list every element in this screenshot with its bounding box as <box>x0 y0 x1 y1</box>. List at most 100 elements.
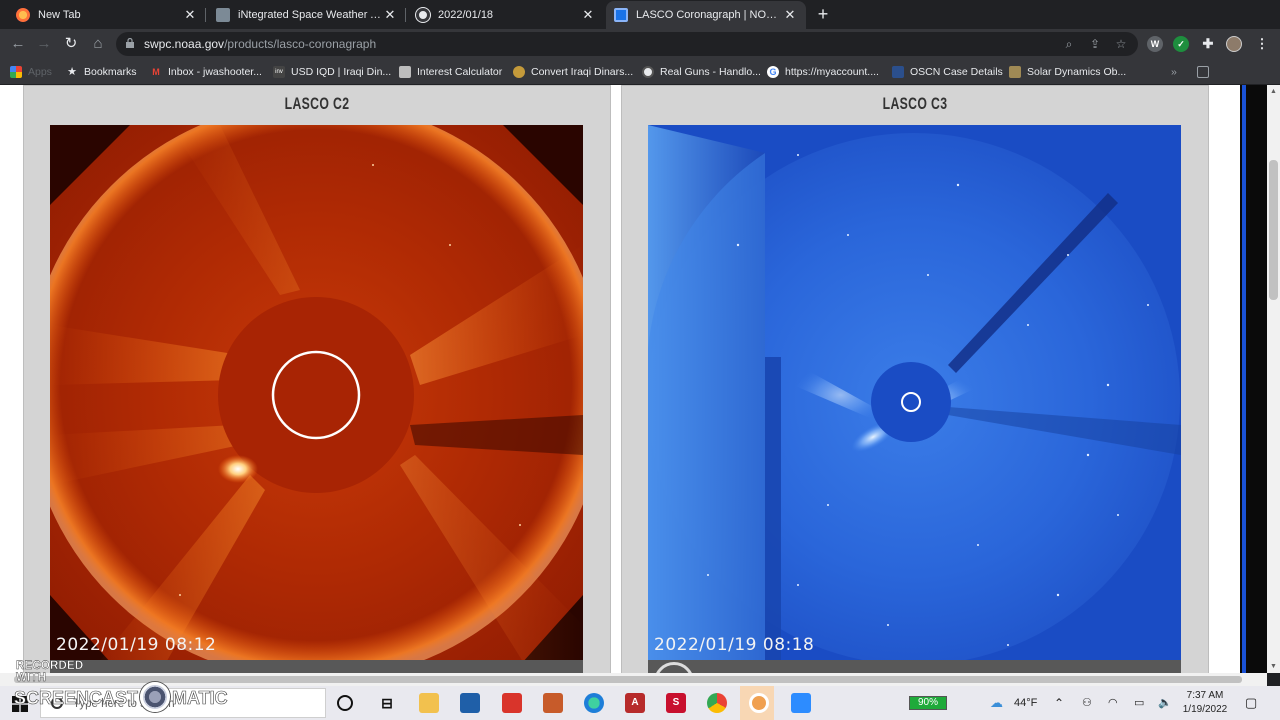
tab-label: 2022/01/18 <box>438 9 494 21</box>
google-icon: G <box>767 66 779 78</box>
cortana-icon[interactable] <box>337 695 353 711</box>
image-timestamp: 2022/01/19 08:12 <box>56 635 217 655</box>
zoom-icon[interactable]: ⌕ <box>1062 37 1076 51</box>
people-icon[interactable]: ⚇ <box>1082 686 1092 720</box>
panel-title: LASCO C2 <box>284 94 350 113</box>
satellite-icon <box>216 8 230 22</box>
profile-avatar[interactable] <box>1226 36 1242 52</box>
bookmark-label: https://myaccount.... <box>785 66 879 78</box>
wifi-icon[interactable]: ◠ <box>1108 686 1118 720</box>
solitaire-icon[interactable]: S <box>666 693 686 713</box>
bookmark-item[interactable]: Interest Calculator <box>399 64 502 80</box>
screencast-logo-icon <box>140 682 171 712</box>
image-controls-bar <box>648 660 1181 673</box>
sdo-icon <box>1009 66 1021 78</box>
extensions-puzzle-icon[interactable]: ✚ <box>1200 36 1216 52</box>
reload-icon[interactable]: ↻ <box>61 34 81 54</box>
lock-icon <box>126 38 134 48</box>
bookmark-label: Interest Calculator <box>417 66 503 78</box>
bookmark-item[interactable]: ★ Bookmarks <box>66 64 136 80</box>
file-explorer-icon[interactable] <box>419 693 439 713</box>
bookmark-item[interactable]: M Inbox - jwashooter... <box>150 64 262 80</box>
page-right-edge <box>1240 85 1267 673</box>
more-bookmarks-icon[interactable]: » <box>1171 64 1177 80</box>
watermark-recorded-text: RECORDED WITH <box>16 660 84 684</box>
store-icon[interactable] <box>460 693 480 713</box>
bookmark-item[interactable]: inv USD IQD | Iraqi Din... <box>273 64 391 80</box>
vertical-scrollbar[interactable]: ▲ ▼ <box>1267 85 1280 673</box>
close-icon[interactable]: ✕ <box>580 7 596 23</box>
bookmark-item[interactable]: Convert Iraqi Dinars... <box>513 64 633 80</box>
bookmark-item[interactable]: Solar Dynamics Ob... <box>1009 64 1126 80</box>
bookmark-label: Solar Dynamics Ob... <box>1027 66 1127 78</box>
extension-w-icon[interactable]: W <box>1147 36 1163 52</box>
chrome-icon[interactable] <box>707 693 727 713</box>
tab-space-weather[interactable]: iNtegrated Space Weather Analy ✕ <box>208 1 406 29</box>
bookmark-item[interactable]: G https://myaccount.... <box>767 64 879 80</box>
close-icon[interactable]: ✕ <box>382 7 398 23</box>
c3-coronagraph-graphic <box>648 125 1181 673</box>
image-timestamp: 2022/01/19 08:18 <box>654 635 815 655</box>
lasco-c2-panel: LASCO C2 2022/01/19 08:12 <box>23 85 611 673</box>
browser-toolbar: ← → ↻ ⌂ swpc.noaa.gov/products/lasco-cor… <box>0 29 1280 59</box>
scroll-down-icon[interactable]: ▼ <box>1267 660 1280 673</box>
apps-shortcut[interactable]: Apps <box>10 64 52 80</box>
bookmark-label: OSCN Case Details <box>910 66 1003 78</box>
bookmarks-bar: Apps ★ Bookmarks M Inbox - jwashooter...… <box>0 59 1280 85</box>
notifications-icon[interactable]: ▢ <box>1245 686 1257 720</box>
bookmark-label: Inbox - jwashooter... <box>168 66 262 78</box>
url-host: swpc.noaa.gov <box>144 37 225 51</box>
tab-label: New Tab <box>38 9 81 21</box>
forward-icon[interactable]: → <box>34 34 54 54</box>
bookmark-item[interactable]: Real Guns - Handlo... <box>642 64 761 80</box>
tab-lasco[interactable]: LASCO Coronagraph | NOAA / NW ✕ <box>606 1 806 29</box>
back-icon[interactable]: ← <box>8 34 28 54</box>
edge-icon[interactable] <box>584 693 604 713</box>
close-icon[interactable]: ✕ <box>182 7 198 23</box>
panel-title: LASCO C3 <box>882 94 948 113</box>
currency-icon <box>513 66 525 78</box>
shield-icon <box>892 66 904 78</box>
tray-chevron-icon[interactable]: ⌃ <box>1054 686 1064 720</box>
screencast-icon[interactable] <box>749 693 769 713</box>
reader-icon[interactable] <box>502 693 522 713</box>
edge-accent <box>1242 85 1246 673</box>
bookmark-item[interactable]: OSCN Case Details <box>892 64 1003 80</box>
watermark-brand-left: SCREENCAST <box>14 688 139 709</box>
reading-list-glyph <box>1197 66 1209 78</box>
scroll-up-icon[interactable]: ▲ <box>1267 85 1280 98</box>
scroll-thumb[interactable] <box>1269 160 1278 300</box>
lasco-c3-image[interactable]: 2022/01/19 08:18 <box>648 125 1181 673</box>
play-control-icon[interactable] <box>654 662 694 673</box>
target-icon <box>642 66 654 78</box>
bookmark-label: Real Guns - Handlo... <box>660 66 761 78</box>
menu-icon[interactable]: ⋮ <box>1254 36 1270 52</box>
close-icon[interactable]: ✕ <box>782 7 798 23</box>
share-icon[interactable]: ⇪ <box>1088 37 1102 51</box>
battery-indicator[interactable]: 90% <box>909 696 947 710</box>
access-icon[interactable]: A <box>625 693 645 713</box>
clock-date: 1/19/2022 <box>1182 704 1228 715</box>
url-path: /products/lasco-coronagraph <box>224 37 377 51</box>
reading-list-icon[interactable] <box>1197 64 1215 80</box>
notes-icon[interactable] <box>543 693 563 713</box>
extension-check-icon[interactable]: ✓ <box>1173 36 1189 52</box>
task-view-icon[interactable]: ⊟ <box>377 693 397 713</box>
lasco-c2-image[interactable]: 2022/01/19 08:12 <box>50 125 583 673</box>
address-bar[interactable]: swpc.noaa.gov/products/lasco-coronagraph… <box>116 32 1138 56</box>
weather-temp[interactable]: 44°F <box>1014 686 1037 720</box>
weather-icon[interactable]: ☁ <box>990 686 1003 720</box>
tab-date[interactable]: 2022/01/18 ✕ <box>408 1 604 29</box>
volume-icon[interactable]: 🔈 <box>1158 686 1172 720</box>
tab-new-tab[interactable]: New Tab ✕ <box>8 1 206 29</box>
apps-grid-icon <box>10 66 22 78</box>
zoom-app-icon[interactable] <box>791 693 811 713</box>
bookmark-star-icon[interactable]: ☆ <box>1114 37 1128 51</box>
taskbar-clock[interactable]: 7:37 AM 1/19/2022 <box>1180 689 1230 717</box>
home-icon[interactable]: ⌂ <box>88 34 108 54</box>
battery-icon[interactable]: ▭ <box>1134 686 1144 720</box>
tab-label: iNtegrated Space Weather Analy <box>238 9 382 21</box>
gmail-icon: M <box>152 67 160 77</box>
tab-strip: New Tab ✕ iNtegrated Space Weather Analy… <box>0 0 1280 29</box>
new-tab-button[interactable]: + <box>812 4 834 26</box>
